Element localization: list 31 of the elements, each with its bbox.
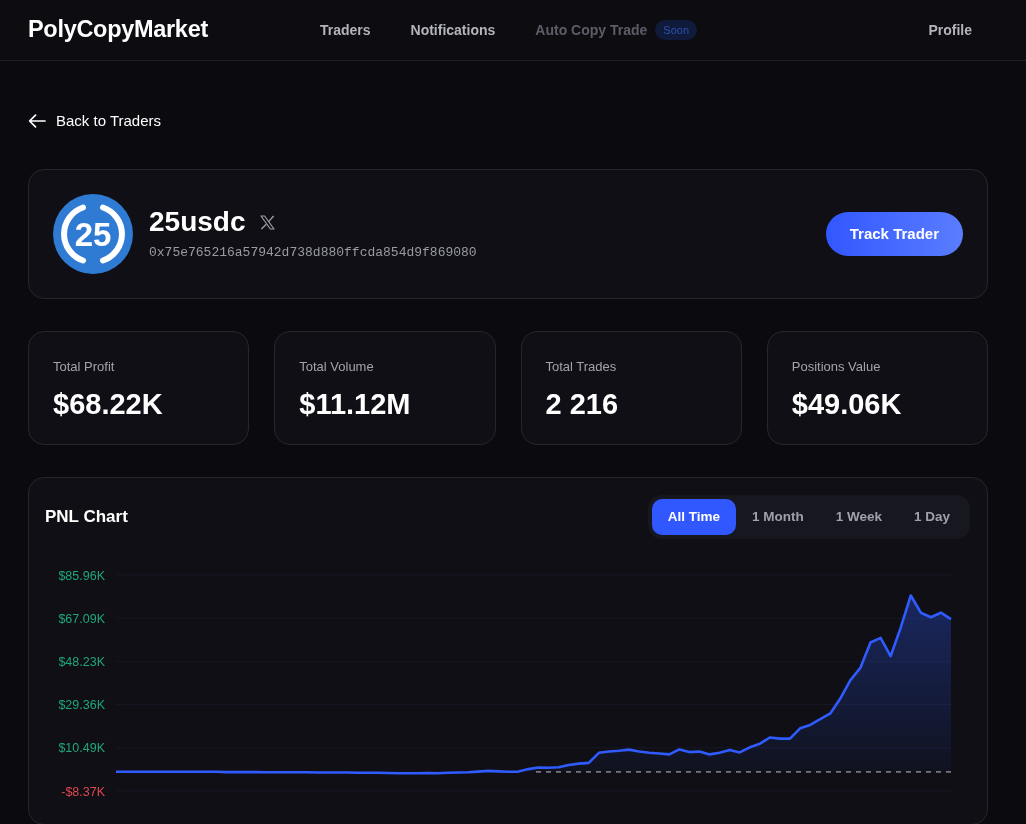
y-axis-label: $48.23K [58,654,105,669]
range-tab[interactable]: 1 Week [819,499,898,535]
avatar-text: 25 [74,217,112,251]
y-axis-label: $85.96K [58,568,105,583]
y-axis-label: $67.09K [58,611,105,626]
nav-link[interactable]: Traders [319,19,371,41]
profile-link[interactable]: Profile [928,19,972,41]
range-tab[interactable]: All Time [651,499,736,535]
wallet-address: 0x75e765216a57942d738d880ffcda854d9f869080 [149,244,477,263]
stat-label: Total Volume [299,358,375,376]
arrow-left-icon [28,114,46,128]
stat-value: $68.22K [53,387,164,422]
stat-value: $49.06K [791,387,903,422]
back-link[interactable]: Back to Traders [28,112,162,130]
trader-name: 25usdc [149,205,246,240]
soon-badge: Soon [655,20,698,40]
x-mark-icon[interactable] [259,214,275,230]
stat-label: Total Profit [53,358,116,376]
brand-logo[interactable]: PolyCopyMarket [28,12,208,48]
y-axis-label: $29.36K [58,698,105,713]
range-tab[interactable]: 1 Day [897,499,966,535]
chart-title: PNL Chart [45,506,128,529]
stat-label: Total Trades [545,358,618,376]
stat-label: Positions Value [791,358,882,376]
range-tab[interactable]: 1 Month [735,499,820,535]
nav-link[interactable]: Notifications [410,19,496,41]
y-axis-label: -$8.37K [61,784,105,799]
track-trader-button[interactable]: Track Trader [825,212,963,256]
stat-value: 2 216 [545,387,620,422]
y-axis-label: $10.49K [58,741,105,756]
stat-value: $11.12M [299,387,412,422]
